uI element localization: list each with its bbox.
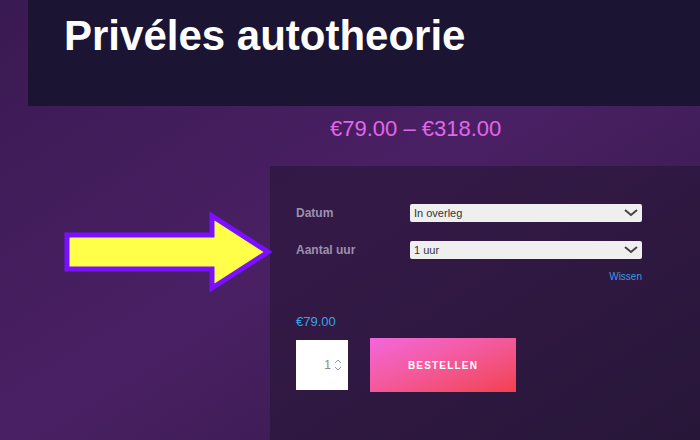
select-field[interactable]: 1 uur — [410, 241, 642, 259]
variation-price: €79.00 — [296, 314, 642, 330]
order-panel: Datum In overleg Aantal uur 1 uur Wissen €79.… — [270, 166, 700, 440]
variation-form: Datum In overleg Aantal uur 1 uur — [296, 204, 642, 259]
product-page: Privéles autotheorie €79.00 – €318.00 Datu… — [0, 0, 700, 440]
select-value: In overleg — [414, 206, 462, 220]
form-row: Aantal uur 1 uur — [296, 241, 642, 259]
add-to-cart-row: 1 BESTELLEN — [296, 338, 642, 392]
photo-background: Privéles autotheorie €79.00 – €318.00 Datu… — [0, 0, 700, 440]
page-header: Privéles autotheorie — [28, 0, 700, 106]
quantity-input[interactable]: 1 — [296, 340, 348, 390]
select-field[interactable]: In overleg — [410, 204, 642, 222]
select-value: 1 uur — [414, 243, 439, 257]
clear-link[interactable]: Wissen — [609, 269, 642, 284]
field-label: Aantal uur — [296, 241, 410, 259]
field-label: Datum — [296, 204, 410, 222]
arrow-annotation-icon — [62, 212, 274, 292]
order-button[interactable]: BESTELLEN — [370, 338, 516, 392]
price-range: €79.00 – €318.00 — [0, 114, 700, 144]
quantity-value: 1 — [324, 356, 331, 374]
spinner-icon[interactable] — [334, 358, 342, 372]
chevron-down-icon — [624, 209, 638, 217]
page-title: Privéles autotheorie — [64, 10, 465, 62]
form-row: Datum In overleg — [296, 204, 642, 222]
chevron-down-icon — [624, 246, 638, 254]
